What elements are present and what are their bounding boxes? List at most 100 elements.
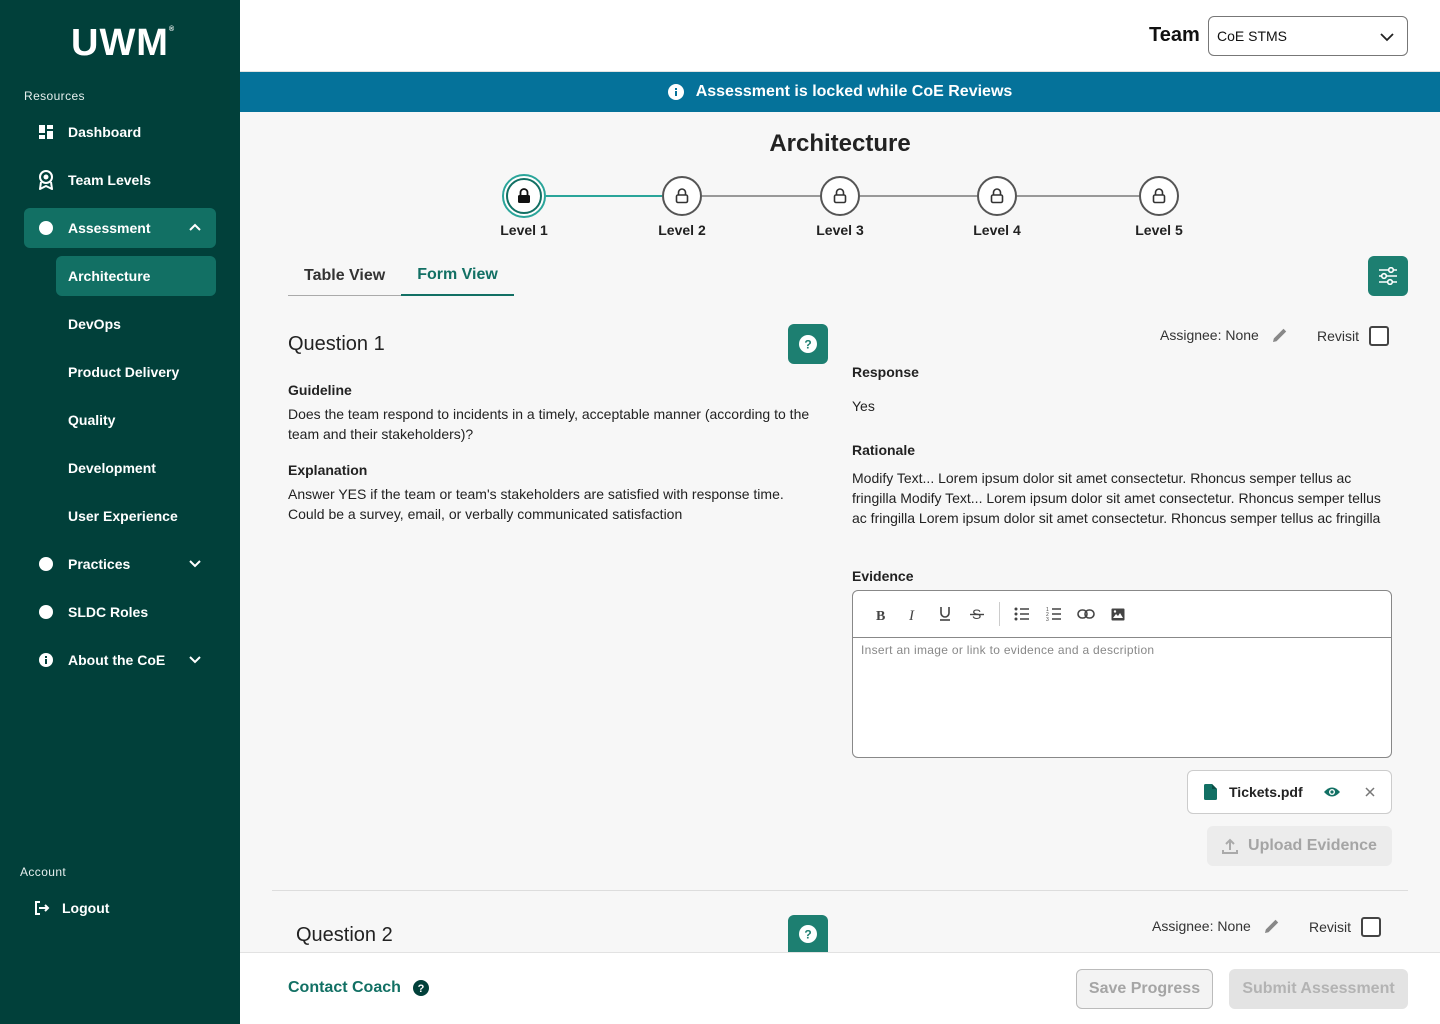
sidebar-item-label: Dashboard bbox=[68, 124, 142, 140]
bold-icon[interactable]: B bbox=[865, 598, 897, 630]
toolbar-divider bbox=[999, 602, 1000, 626]
logout-label: Logout bbox=[62, 900, 110, 916]
file-icon bbox=[1204, 784, 1217, 800]
level-label: Level 1 bbox=[500, 222, 548, 238]
help-circle-icon: ? bbox=[412, 980, 429, 996]
chevron-down-icon bbox=[1379, 30, 1395, 44]
sidebar-item-about[interactable]: About the CoE bbox=[24, 640, 216, 680]
sidebar-subitem-user-experience[interactable]: User Experience bbox=[56, 496, 216, 536]
chevron-down-icon[interactable] bbox=[188, 556, 202, 570]
response-value: Yes bbox=[852, 398, 875, 414]
dot-icon bbox=[36, 602, 56, 622]
level-1-step[interactable] bbox=[502, 174, 546, 218]
sidebar-subitem-architecture[interactable]: Architecture bbox=[56, 256, 216, 296]
uwm-logo[interactable]: UWM® bbox=[71, 22, 175, 65]
rationale-label: Rationale bbox=[852, 442, 916, 458]
sidebar-item-assessment[interactable]: Assessment bbox=[24, 208, 216, 248]
team-select[interactable]: CoE STMS bbox=[1208, 16, 1408, 56]
lock-icon bbox=[1152, 188, 1166, 204]
resources-section-label: Resources bbox=[24, 89, 85, 103]
question-mark-icon: ? bbox=[799, 924, 817, 943]
sidebar-subitem-devops[interactable]: DevOps bbox=[56, 304, 216, 344]
award-icon bbox=[36, 170, 56, 190]
question-divider bbox=[272, 890, 1408, 891]
strikethrough-icon[interactable]: S bbox=[961, 598, 993, 630]
info-icon bbox=[667, 84, 684, 100]
level-2-step[interactable] bbox=[660, 174, 704, 218]
level-label: Level 4 bbox=[973, 222, 1021, 238]
revisit-label: Revisit bbox=[1317, 328, 1360, 344]
banner-text: Assessment is locked while CoE Reviews bbox=[695, 83, 1013, 100]
svg-text:?: ? bbox=[418, 983, 425, 995]
level-label: Level 2 bbox=[658, 222, 706, 238]
revisit-checkbox[interactable] bbox=[1361, 917, 1382, 937]
question-1-title: Question 1 bbox=[288, 333, 385, 355]
italic-icon[interactable]: I bbox=[897, 598, 929, 630]
sidebar-item-label: SLDC Roles bbox=[68, 604, 149, 620]
upload-label: Upload Evidence bbox=[1248, 837, 1377, 854]
save-progress-button[interactable]: Save Progress bbox=[1076, 969, 1213, 1009]
evidence-editor: B I S 123 Insert an image or link to evi… bbox=[852, 590, 1392, 758]
question-1-help-button[interactable]: ? bbox=[788, 324, 828, 364]
upload-icon bbox=[1222, 838, 1239, 854]
numbered-list-icon[interactable]: 123 bbox=[1038, 598, 1070, 630]
sidebar-subitem-product-delivery[interactable]: Product Delivery bbox=[56, 352, 216, 392]
eye-icon[interactable] bbox=[1323, 786, 1341, 798]
link-icon[interactable] bbox=[1070, 598, 1102, 630]
level-3-step[interactable] bbox=[818, 174, 862, 218]
sidebar-item-label: Practices bbox=[68, 556, 131, 572]
chevron-up-icon[interactable] bbox=[188, 220, 202, 234]
svg-text:I: I bbox=[908, 608, 915, 621]
question-1-assignee: Assignee: None bbox=[1160, 326, 1289, 344]
sidebar-subitem-quality[interactable]: Quality bbox=[56, 400, 216, 440]
sidebar-item-practices[interactable]: Practices bbox=[24, 544, 216, 584]
tab-table-view[interactable]: Table View bbox=[288, 256, 402, 296]
sidebar-item-dashboard[interactable]: Dashboard bbox=[24, 112, 216, 152]
rationale-text: Modify Text... Lorem ipsum dolor sit ame… bbox=[852, 470, 1381, 526]
team-label: Team bbox=[1149, 24, 1200, 46]
pencil-icon[interactable] bbox=[1263, 917, 1281, 935]
underline-icon[interactable] bbox=[929, 598, 961, 630]
logout-button[interactable]: Logout bbox=[20, 888, 212, 928]
revisit-checkbox[interactable] bbox=[1369, 326, 1390, 346]
file-name[interactable]: Tickets.pdf bbox=[1229, 784, 1303, 800]
lock-icon bbox=[990, 188, 1004, 204]
assignee-text: Assignee: None bbox=[1152, 918, 1251, 934]
stepper-connector bbox=[860, 195, 977, 197]
svg-text:3: 3 bbox=[1046, 617, 1049, 621]
info-icon bbox=[36, 650, 56, 670]
image-icon[interactable] bbox=[1102, 598, 1134, 630]
pencil-icon[interactable] bbox=[1271, 326, 1289, 344]
lock-icon bbox=[517, 188, 531, 204]
explanation-text: Answer YES if the team or team's stakeho… bbox=[288, 486, 784, 522]
level-4-step[interactable] bbox=[975, 174, 1019, 218]
bullet-list-icon[interactable] bbox=[1006, 598, 1038, 630]
submit-assessment-button[interactable]: Submit Assessment bbox=[1229, 969, 1408, 1009]
guideline-text: Does the team respond to incidents in a … bbox=[288, 406, 810, 442]
contact-coach-label: Contact Coach bbox=[288, 979, 401, 996]
level-label: Level 5 bbox=[1135, 222, 1183, 238]
filter-button[interactable] bbox=[1368, 256, 1408, 296]
level-5-step[interactable] bbox=[1137, 174, 1181, 218]
response-label: Response bbox=[852, 364, 919, 380]
sidebar-subitem-development[interactable]: Development bbox=[56, 448, 216, 488]
lock-icon bbox=[675, 188, 689, 204]
tab-form-view[interactable]: Form View bbox=[401, 256, 514, 296]
sidebar-item-label: About the CoE bbox=[68, 652, 166, 668]
chevron-down-icon[interactable] bbox=[188, 652, 202, 666]
attached-file-chip: Tickets.pdf bbox=[1187, 770, 1392, 814]
question-2-help-button[interactable]: ? bbox=[788, 915, 828, 952]
dashboard-icon bbox=[36, 122, 56, 142]
close-icon[interactable] bbox=[1363, 785, 1377, 799]
evidence-textarea[interactable]: Insert an image or link to evidence and … bbox=[853, 638, 1391, 758]
sidebar-item-sldc-roles[interactable]: SLDC Roles bbox=[24, 592, 216, 632]
revisit-label: Revisit bbox=[1309, 919, 1352, 935]
contact-coach-link[interactable]: Contact Coach ? bbox=[288, 979, 429, 997]
sidebar-item-team-levels[interactable]: Team Levels bbox=[24, 160, 216, 200]
dot-icon bbox=[36, 218, 56, 238]
upload-evidence-button[interactable]: Upload Evidence bbox=[1207, 826, 1392, 866]
question-1-revisit: Revisit bbox=[1317, 326, 1390, 346]
stepper-connector bbox=[1017, 195, 1139, 197]
question-2-assignee: Assignee: None bbox=[1152, 917, 1281, 935]
page-title: Architecture bbox=[769, 130, 911, 157]
